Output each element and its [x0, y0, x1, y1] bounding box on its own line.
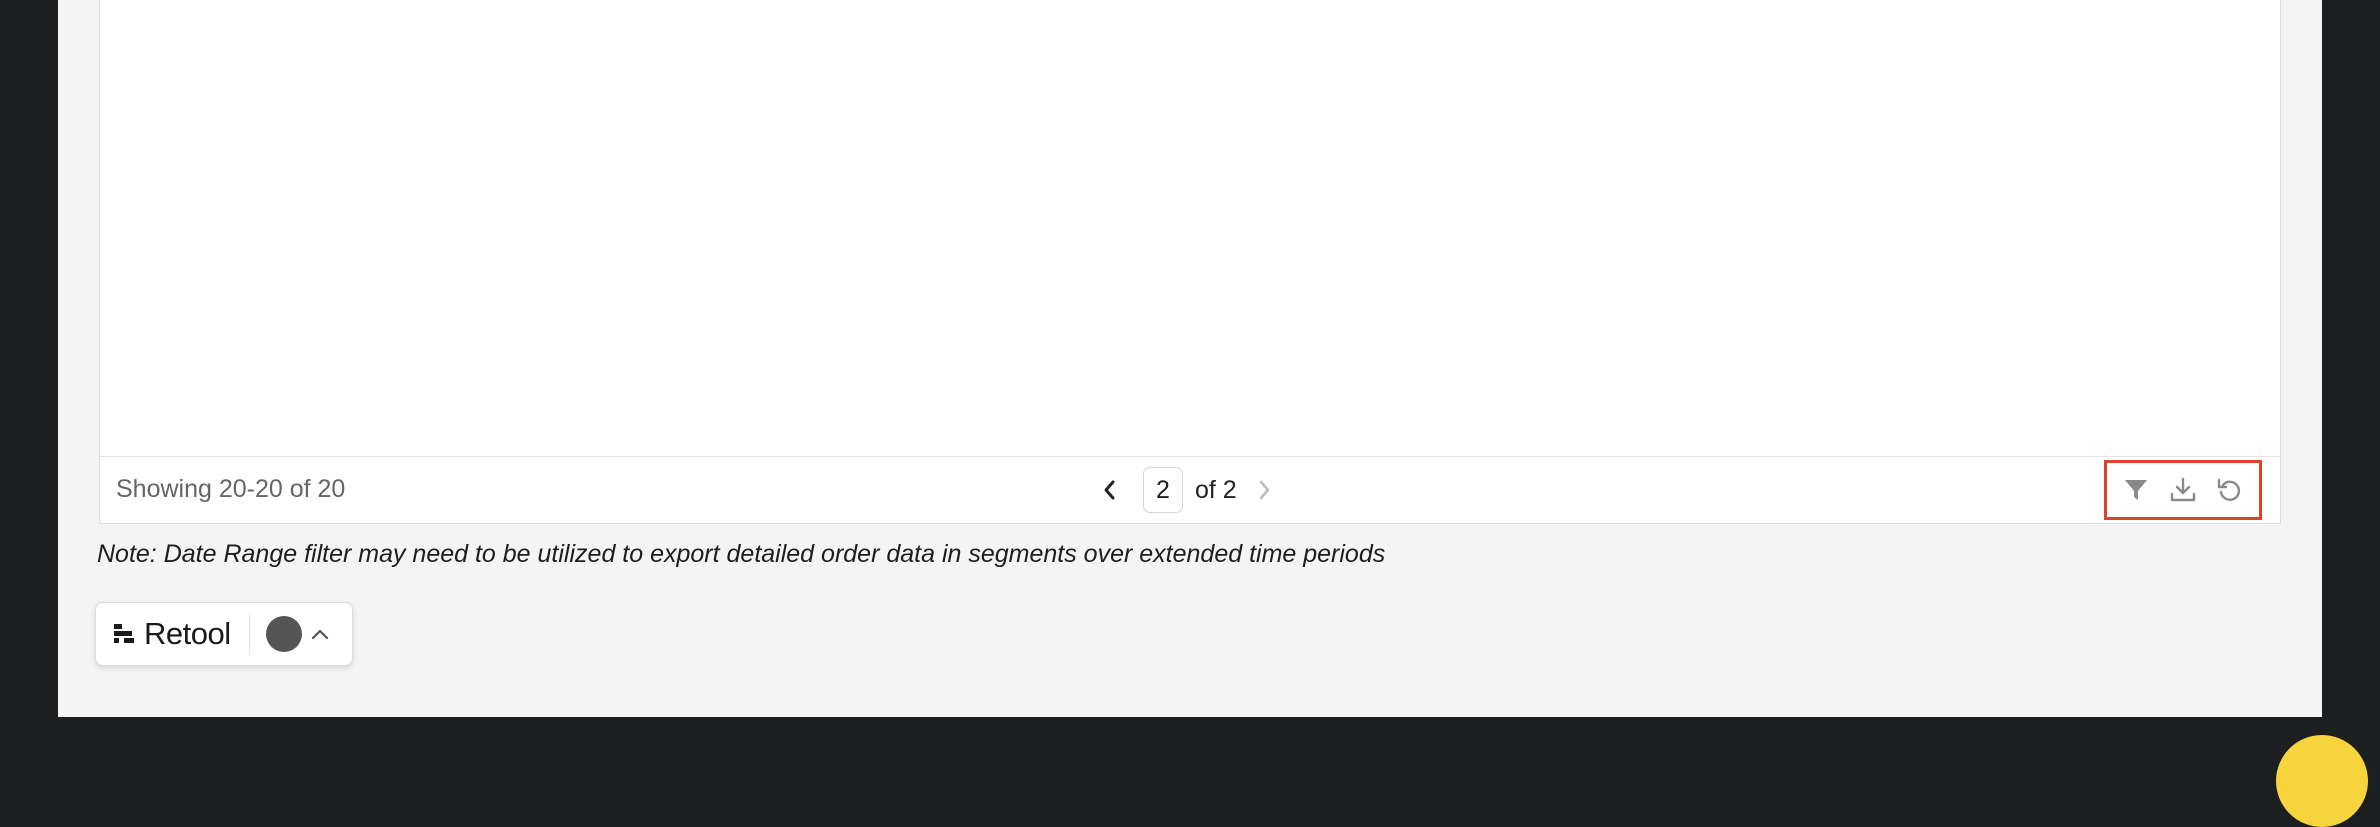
download-icon	[2170, 477, 2196, 502]
chevron-right-icon	[1259, 480, 1269, 500]
showing-count: Showing 20-20 of 20	[116, 475, 346, 503]
filter-button[interactable]	[2118, 472, 2154, 508]
prev-page-button[interactable]	[1095, 470, 1125, 510]
next-page-button[interactable]	[1251, 470, 1277, 510]
page-total: of 2	[1195, 475, 1237, 504]
avatar[interactable]	[265, 616, 302, 652]
download-button[interactable]	[2165, 472, 2201, 508]
retool-logo-icon	[110, 620, 138, 648]
export-note: Note: Date Range filter may need to be u…	[97, 540, 1386, 568]
badge-divider	[248, 614, 250, 654]
refresh-icon	[2217, 478, 2240, 501]
chevron-left-icon	[1104, 480, 1115, 500]
retool-brand-name: Retool	[144, 616, 231, 651]
pagination: 2 of 2	[1095, 465, 1277, 515]
page-number-input[interactable]: 2	[1143, 467, 1183, 513]
table-toolbar	[2104, 460, 2262, 520]
refresh-button[interactable]	[2212, 472, 2248, 508]
orders-table: Showing 20-20 of 20 2 of 2	[99, 0, 2281, 524]
help-chat-button[interactable]	[2276, 735, 2368, 827]
app-canvas: Showing 20-20 of 20 2 of 2 Note: Date Ra…	[58, 0, 2322, 717]
filter-icon	[2125, 480, 2148, 500]
table-footer: Showing 20-20 of 20 2 of 2	[100, 456, 2280, 523]
chevron-up-icon[interactable]	[310, 624, 330, 644]
retool-badge[interactable]: Retool	[95, 602, 353, 666]
